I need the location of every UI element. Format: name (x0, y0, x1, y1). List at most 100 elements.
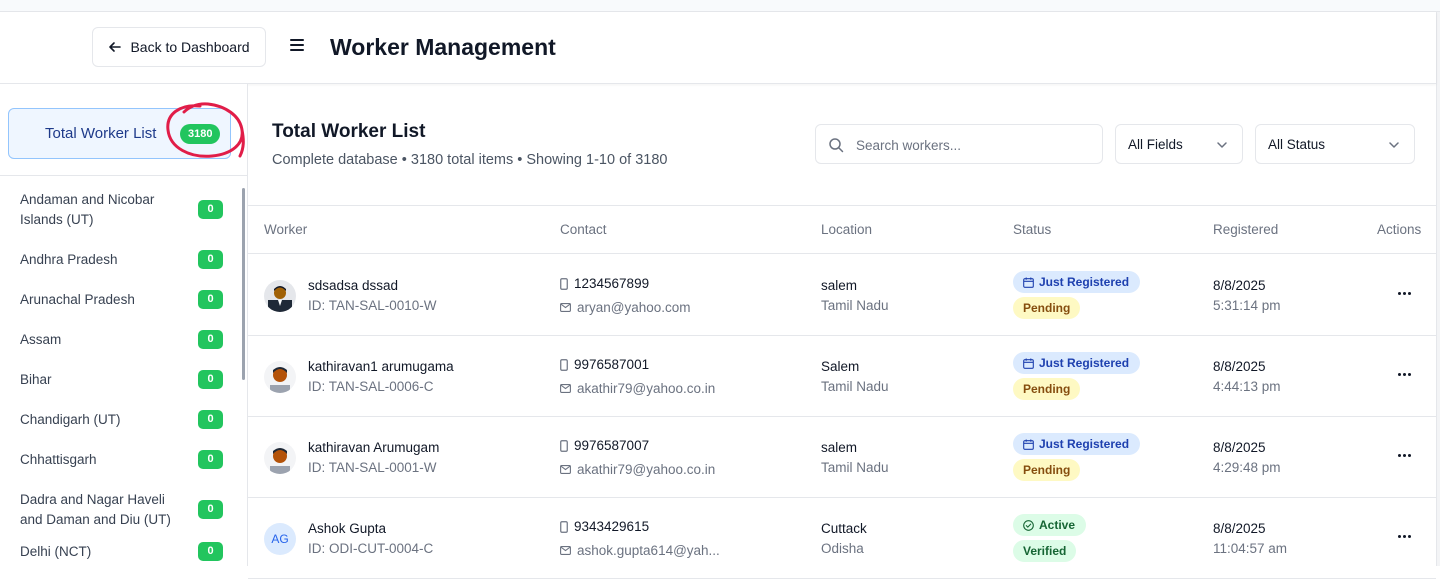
list-subtitle: Complete database • 3180 total items • S… (272, 152, 668, 168)
worker-id: ID: TAN-SAL-0006-C (308, 379, 434, 394)
status-label: Active (1039, 518, 1076, 532)
worker-name[interactable]: kathiravan1 arumugama (308, 359, 454, 374)
more-actions-icon[interactable] (1398, 373, 1411, 376)
state-count-badge: 0 (198, 370, 223, 389)
worker-city: Salem (821, 359, 860, 374)
registered-time: 4:44:13 pm (1213, 379, 1281, 394)
mail-icon (560, 303, 571, 312)
worker-phone: 9976587007 (560, 438, 649, 453)
table-row[interactable]: sdsadsa dssad ID: TAN-SAL-0010-W 1234567… (248, 255, 1436, 336)
worker-name[interactable]: kathiravan Arumugam (308, 440, 439, 455)
more-actions-icon[interactable] (1398, 454, 1411, 457)
phone-icon (560, 358, 568, 371)
phone-number: 9343429615 (574, 519, 650, 534)
status-label: Just Registered (1039, 275, 1130, 289)
sidebar-item-andaman[interactable]: Andaman and Nicobar Islands (UT) 0 (0, 190, 223, 230)
state-name: Chandigarh (UT) (20, 412, 121, 427)
search-box[interactable] (815, 124, 1103, 164)
worker-city: Cuttack (821, 521, 867, 536)
status-filter-select[interactable]: All Status (1255, 124, 1415, 164)
sidebar-item-chandigarh[interactable]: Chandigarh (UT) 0 (0, 410, 223, 430)
col-header-location: Location (821, 222, 873, 237)
phone-number: 9976587007 (574, 438, 650, 453)
worker-name[interactable]: Ashok Gupta (308, 521, 386, 536)
search-icon (829, 138, 844, 153)
window-scrollbar[interactable] (1436, 12, 1440, 566)
state-name: Bihar (20, 372, 52, 387)
sidebar-item-assam[interactable]: Assam 0 (0, 330, 223, 350)
total-count-badge: 3180 (180, 124, 221, 144)
registered-time: 11:04:57 am (1213, 541, 1288, 556)
phone-number: 9976587001 (574, 357, 650, 372)
verification-badge: Pending (1013, 378, 1081, 400)
phone-icon (560, 439, 568, 452)
worker-phone: 1234567899 (560, 276, 649, 291)
sidebar-item-andhra-pradesh[interactable]: Andhra Pradesh 0 (0, 250, 223, 270)
check-circle-icon (1023, 519, 1034, 531)
avatar: AG (264, 523, 296, 555)
verification-badge: Pending (1013, 459, 1081, 481)
verification-badge: Verified (1013, 540, 1077, 562)
status-badge: Active (1013, 514, 1087, 536)
col-header-actions: Actions (1377, 222, 1422, 237)
sidebar-item-bihar[interactable]: Bihar 0 (0, 370, 223, 390)
calendar-icon (1023, 358, 1034, 369)
status-badge: Just Registered (1013, 352, 1141, 374)
state-name: Dadra and Nagar Haveli and Daman and Diu… (20, 492, 171, 527)
sidebar-scrollbar-thumb[interactable] (242, 188, 245, 380)
state-sidebar: Total Worker List 3180 Andaman and Nicob… (0, 84, 248, 566)
worker-city: salem (821, 440, 858, 455)
phone-icon (560, 277, 568, 290)
table-row[interactable]: kathiravan Arumugam ID: TAN-SAL-0001-W 9… (248, 417, 1436, 498)
registered-date: 8/8/2025 (1213, 278, 1266, 293)
mail-icon (560, 465, 571, 474)
back-button-label: Back to Dashboard (130, 39, 250, 55)
status-badge: Just Registered (1013, 271, 1141, 293)
sidebar-item-dadra-nagar-haveli[interactable]: Dadra and Nagar Haveli and Daman and Diu… (0, 490, 223, 530)
list-title: Total Worker List (272, 121, 426, 142)
search-input[interactable] (856, 134, 1086, 156)
col-header-registered: Registered (1213, 222, 1279, 237)
table-row[interactable]: AG Ashok Gupta ID: ODI-CUT-0004-C 934342… (248, 498, 1436, 579)
worker-name[interactable]: sdsadsa dssad (308, 278, 398, 293)
state-count-badge: 0 (198, 450, 223, 469)
worker-phone: 9343429615 (560, 519, 649, 534)
status-label: Just Registered (1039, 437, 1130, 451)
registered-date: 8/8/2025 (1213, 440, 1266, 455)
total-worker-list-button[interactable]: Total Worker List 3180 (8, 108, 231, 159)
chevron-down-icon (1389, 142, 1399, 148)
sidebar-item-chhattisgarh[interactable]: Chhattisgarh 0 (0, 450, 223, 470)
state-count-badge: 0 (198, 250, 223, 269)
main-content: Total Worker List Complete database • 31… (248, 84, 1436, 579)
calendar-icon (1023, 439, 1034, 450)
sidebar-item-arunachal-pradesh[interactable]: Arunachal Pradesh 0 (0, 290, 223, 310)
state-count-badge: 0 (198, 410, 223, 429)
email-address: ashok.gupta614@yah... (577, 543, 720, 558)
back-to-dashboard-button[interactable]: Back to Dashboard (92, 27, 266, 67)
state-name: Andaman and Nicobar Islands (UT) (20, 192, 155, 227)
phone-number: 1234567899 (574, 276, 650, 291)
col-header-status: Status (1013, 222, 1052, 237)
mail-icon (560, 546, 571, 555)
calendar-icon (1023, 277, 1034, 288)
more-actions-icon[interactable] (1398, 535, 1411, 538)
status-label: Just Registered (1039, 356, 1130, 370)
worker-state: Tamil Nadu (821, 298, 889, 313)
table-header: Worker Contact Location Status Registere… (248, 206, 1436, 254)
field-filter-select[interactable]: All Fields (1115, 124, 1243, 164)
status-badge: Just Registered (1013, 433, 1141, 455)
hamburger-menu-icon[interactable] (290, 39, 304, 51)
worker-state: Odisha (821, 541, 864, 556)
worker-state: Tamil Nadu (821, 460, 889, 475)
chevron-down-icon (1217, 142, 1227, 148)
email-address: aryan@yahoo.com (577, 300, 691, 315)
table-row[interactable]: kathiravan1 arumugama ID: TAN-SAL-0006-C… (248, 336, 1436, 417)
registered-time: 4:29:48 pm (1213, 460, 1281, 475)
sidebar-item-delhi[interactable]: Delhi (NCT) 0 (0, 542, 223, 562)
state-name: Arunachal Pradesh (20, 292, 135, 307)
email-address: akathir79@yahoo.co.in (577, 462, 716, 477)
more-actions-icon[interactable] (1398, 292, 1411, 295)
worker-id: ID: TAN-SAL-0001-W (308, 460, 437, 475)
total-worker-list-label: Total Worker List (45, 125, 157, 142)
browser-top-strip (0, 0, 1440, 12)
